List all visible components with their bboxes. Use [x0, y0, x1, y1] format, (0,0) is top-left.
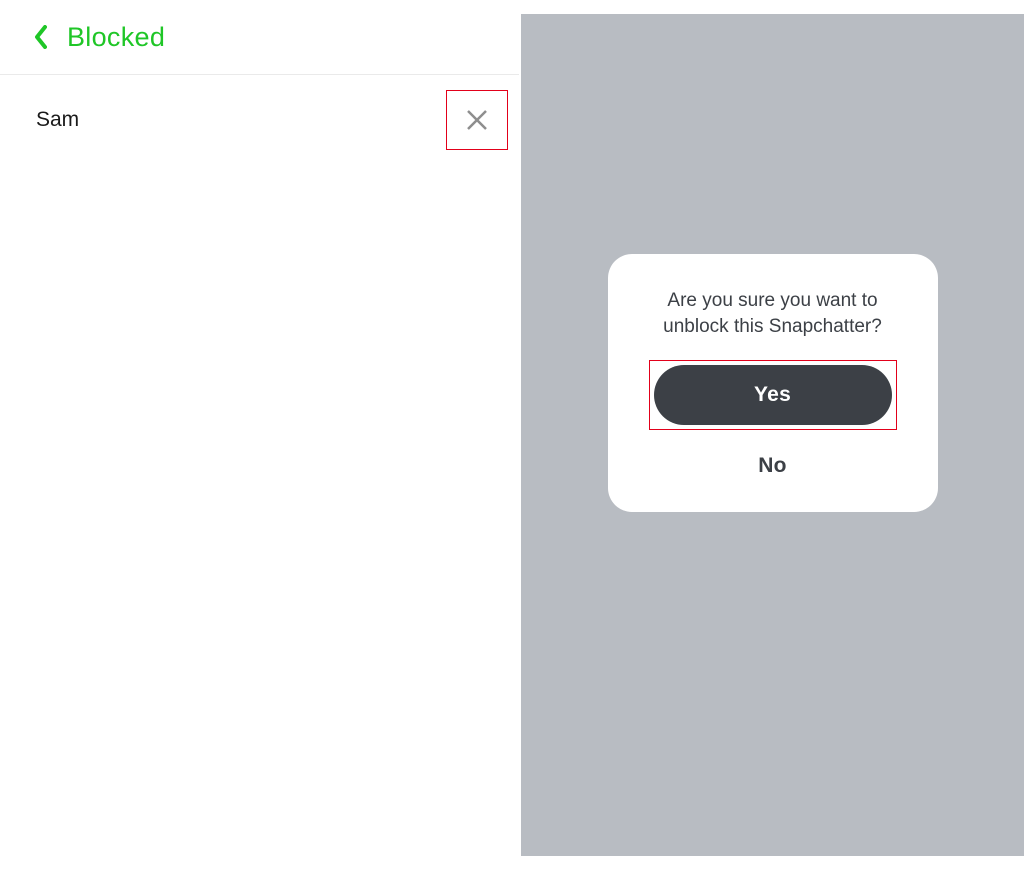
back-chevron-icon[interactable] [34, 25, 47, 49]
modal-message: Are you sure you want to unblock this Sn… [608, 288, 938, 339]
page-title: Blocked [67, 22, 165, 53]
unblock-x-button[interactable] [446, 90, 508, 150]
blocked-user-row: Sam [0, 75, 519, 165]
blocked-list-panel: Blocked Sam [0, 0, 519, 870]
blocked-user-name: Sam [36, 108, 79, 132]
header: Blocked [0, 0, 519, 75]
yes-button[interactable]: Yes [654, 365, 892, 425]
no-button[interactable]: No [738, 448, 807, 484]
confirm-unblock-modal: Are you sure you want to unblock this Sn… [608, 254, 938, 511]
modal-overlay: Are you sure you want to unblock this Sn… [521, 14, 1024, 856]
yes-button-highlight: Yes [649, 360, 897, 430]
close-icon [466, 109, 488, 131]
